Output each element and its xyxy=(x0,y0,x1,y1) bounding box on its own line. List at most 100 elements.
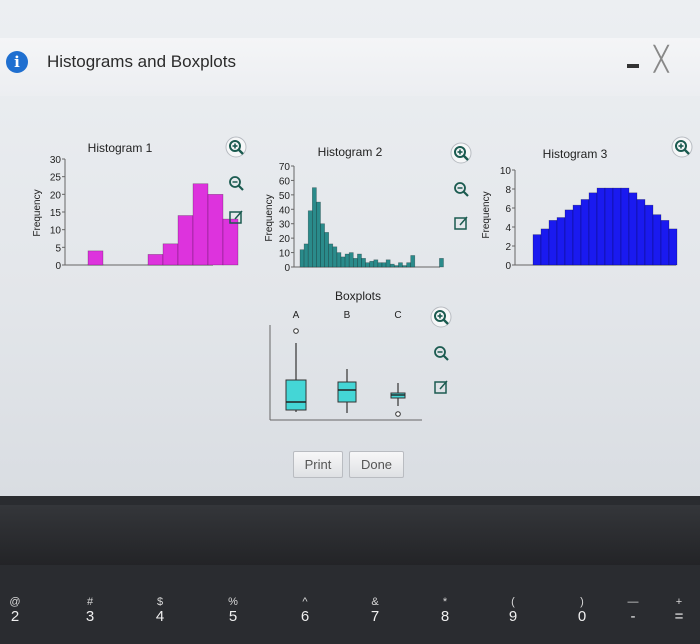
histogram-bar xyxy=(192,183,209,266)
histogram-bar xyxy=(620,187,630,266)
histogram-bar xyxy=(402,265,407,268)
histogram-bar xyxy=(344,253,350,268)
zoom-out-handle xyxy=(443,355,449,361)
y-tick-label: 20 xyxy=(279,234,291,245)
histogram-bar xyxy=(162,243,179,266)
boxplot-outlier xyxy=(293,328,299,334)
histogram-bar xyxy=(332,246,338,268)
histogram-bar xyxy=(398,262,403,268)
histogram-bar xyxy=(177,215,194,266)
key-3: #3 xyxy=(85,596,95,625)
boxplot-box xyxy=(285,379,307,411)
histograms-dialog: i Histograms and Boxplots ╳ Histogram 1F… xyxy=(0,0,700,496)
boxplot-box xyxy=(337,381,357,403)
histogram-bar xyxy=(340,256,346,268)
histogram-bar xyxy=(324,232,330,268)
histogram-bar xyxy=(336,252,342,268)
histogram-bar xyxy=(311,187,317,268)
histogram-bar xyxy=(636,199,646,266)
histogram-title: Histogram 2 xyxy=(318,145,383,159)
histogram-bar xyxy=(644,204,654,266)
y-tick-label: 40 xyxy=(279,205,291,216)
histogram-bar xyxy=(207,194,224,266)
histogram-bar xyxy=(320,223,325,268)
histogram-bar xyxy=(628,192,638,266)
y-tick-label: 15 xyxy=(50,208,62,219)
histogram-2: Histogram 2 Frequency 0 10 20 30 40 50 60 70 xyxy=(264,145,444,274)
y-axis-label: Frequency xyxy=(32,189,43,236)
histogram-bar xyxy=(299,249,305,268)
boxplots: Boxplots A B C xyxy=(269,289,422,421)
y-tick-label: 5 xyxy=(55,243,61,254)
histogram-bar xyxy=(604,187,614,266)
print-button[interactable]: Print xyxy=(293,451,343,478)
histogram-bar xyxy=(410,255,416,268)
histogram-bar xyxy=(652,214,662,266)
y-tick-label: 0 xyxy=(55,261,61,272)
boxplot-outlier xyxy=(395,411,401,417)
y-tick-label: 70 xyxy=(279,162,291,173)
histogram-bar xyxy=(303,243,309,268)
y-tick-label: 10 xyxy=(279,249,291,260)
histogram-bar xyxy=(147,254,164,266)
done-button[interactable]: Done xyxy=(349,451,404,478)
histogram-bar xyxy=(668,228,678,266)
y-tick-label: 60 xyxy=(279,176,291,187)
histogram-bar xyxy=(377,262,383,268)
histogram-bar xyxy=(540,228,550,266)
histogram-bar xyxy=(596,187,606,266)
histogram-bar xyxy=(87,250,104,266)
histogram-bar xyxy=(373,259,379,268)
histogram-bar xyxy=(365,262,371,268)
y-tick-label: 10 xyxy=(500,166,512,177)
histogram-bar xyxy=(556,217,566,266)
histogram-bar xyxy=(588,192,598,266)
boxplot-label: A xyxy=(293,310,300,321)
histogram-bar xyxy=(406,262,412,268)
laptop-bezel xyxy=(0,505,700,565)
histogram-bar xyxy=(385,259,391,268)
histogram-1: Histogram 1 Frequency 0 5 10 15 20 25 30 xyxy=(32,141,239,272)
histogram-bar xyxy=(564,209,574,266)
y-tick-label: 2 xyxy=(505,242,511,253)
key-9: (9 xyxy=(508,596,518,625)
histogram-bar xyxy=(580,199,590,266)
histogram-bar xyxy=(532,234,542,266)
histogram-bar xyxy=(548,220,558,266)
histogram-title: Histogram 3 xyxy=(543,147,608,161)
zoom-out-handle xyxy=(463,191,469,197)
y-tick-label: 30 xyxy=(50,155,62,166)
histogram-bar xyxy=(389,263,395,268)
histogram-bar xyxy=(316,201,321,268)
key-6: ^ 6 xyxy=(300,596,310,625)
histogram-bar xyxy=(307,210,313,268)
y-tick-label: 30 xyxy=(279,220,291,231)
y-axis-label: Frequency xyxy=(481,191,492,238)
histogram-bar xyxy=(439,258,444,268)
histogram-title: Histogram 1 xyxy=(88,141,153,155)
key-8: * 8 xyxy=(440,596,450,625)
key-2: @2 xyxy=(9,596,21,625)
y-tick-label: 8 xyxy=(505,185,511,196)
y-tick-label: 20 xyxy=(50,190,62,201)
keyboard-row: @2 #3 $4 % 5 ^ 6 & 7 * 8 (9 ) 0 — - + = xyxy=(0,590,700,644)
key-0: ) 0 xyxy=(577,596,587,625)
y-tick-label: 0 xyxy=(284,263,290,274)
key-7: & 7 xyxy=(370,596,380,625)
boxplot-label: C xyxy=(394,310,401,321)
key-5: % 5 xyxy=(228,596,238,625)
y-tick-label: 10 xyxy=(50,226,62,237)
y-tick-label: 0 xyxy=(505,261,511,272)
histogram-bar xyxy=(612,187,622,266)
histogram-bar xyxy=(660,220,670,266)
histogram-bar xyxy=(328,243,334,268)
charts-area: Histogram 1Frequency051015202530 Histogr… xyxy=(32,136,693,421)
y-tick-label: 4 xyxy=(505,223,511,234)
histogram-bar xyxy=(348,252,354,268)
zoom-out-handle xyxy=(238,185,244,191)
boxplot-label: B xyxy=(344,310,351,321)
key-equals: + = xyxy=(674,596,684,625)
y-tick-label: 6 xyxy=(505,204,511,215)
histogram-bar xyxy=(222,218,239,266)
histogram-bar xyxy=(572,204,582,266)
